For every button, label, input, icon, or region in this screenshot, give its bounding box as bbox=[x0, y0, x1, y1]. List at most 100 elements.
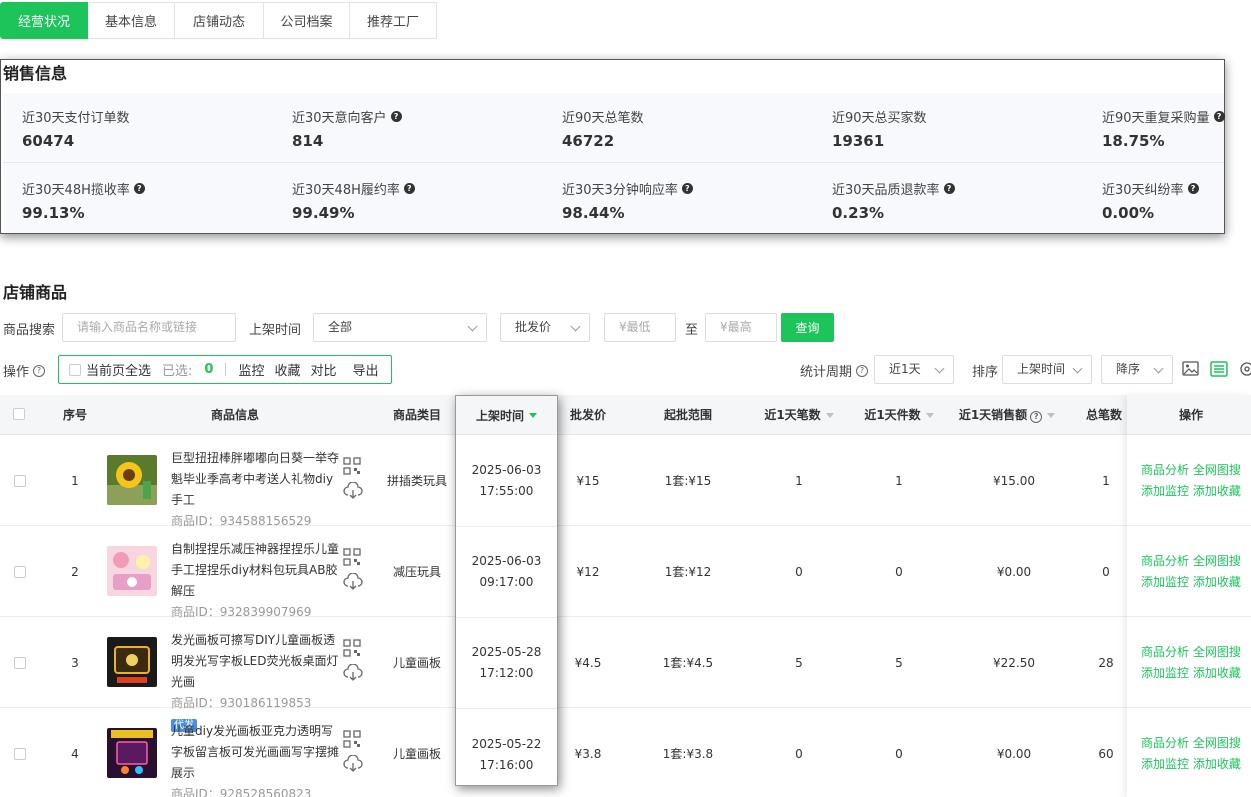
help-icon[interactable]: ? bbox=[1187, 183, 1199, 194]
add-monitor-link[interactable]: 添加监控 bbox=[1141, 666, 1189, 680]
chevron-down-icon bbox=[1072, 363, 1083, 374]
add-favorite-link[interactable]: 添加收藏 bbox=[1193, 575, 1241, 589]
image-search-link[interactable]: 全网图搜 bbox=[1193, 645, 1241, 659]
product-analysis-link[interactable]: 商品分析 bbox=[1141, 554, 1189, 568]
row-range: 1套:¥4.5 bbox=[662, 656, 714, 670]
row-no: 1 bbox=[71, 473, 79, 488]
cloud-download-icon bbox=[343, 572, 363, 590]
product-analysis-link[interactable]: 商品分析 bbox=[1141, 736, 1189, 750]
tab-recommended-factory[interactable]: 推荐工厂 bbox=[350, 2, 437, 39]
row-pieces-1d: 1 bbox=[895, 473, 903, 488]
row-icons bbox=[343, 548, 365, 594]
row-price: ¥4.5 bbox=[574, 655, 602, 670]
help-icon[interactable]: ? bbox=[856, 364, 869, 377]
product-thumbnail[interactable] bbox=[107, 728, 157, 778]
header-total-orders[interactable]: 总笔数 bbox=[1076, 395, 1128, 435]
shelf-time-select[interactable]: 全部 bbox=[313, 313, 487, 342]
qr-code-icon bbox=[343, 639, 361, 657]
shelf-time-label: 上架时间 bbox=[249, 323, 302, 338]
sort-caret-icon bbox=[825, 413, 834, 418]
row-checkbox[interactable] bbox=[12, 526, 28, 617]
row-total-orders: 28 bbox=[1098, 655, 1114, 670]
help-icon[interactable]: ? bbox=[943, 183, 955, 194]
product-thumbnail[interactable] bbox=[107, 637, 157, 687]
product-analysis-link[interactable]: 商品分析 bbox=[1141, 645, 1189, 659]
select-all-label[interactable]: 当前页全选 bbox=[86, 360, 151, 379]
export-button[interactable]: 导出 bbox=[353, 360, 379, 379]
price-type-select[interactable]: 批发价 bbox=[500, 313, 590, 342]
min-price-input[interactable]: ¥最低 bbox=[604, 313, 676, 342]
header-range: 起批范围 bbox=[663, 408, 712, 422]
search-input[interactable]: 请输入商品名称或链接 bbox=[62, 313, 236, 342]
table-row: 4 儿童diy发光画板亚克力透明写字板留言板可发光画画写字摆摊展示 商品ID：9… bbox=[0, 708, 1251, 797]
row-shelf-time: 2025-05-28 17:12:00 bbox=[456, 618, 557, 709]
metric-3min-response-rate: 近30天3分钟响应率? 98.44% bbox=[562, 179, 693, 222]
row-checkbox[interactable] bbox=[12, 617, 28, 708]
shelf-time-column: 上架时间 2025-06-03 17:55:00 2025-06-03 09:1… bbox=[455, 395, 558, 786]
add-favorite-link[interactable]: 添加收藏 bbox=[1193, 757, 1241, 771]
compare-button[interactable]: 对比 bbox=[310, 360, 336, 379]
header-checkbox[interactable] bbox=[12, 408, 26, 422]
metric-dispute-rate: 近30天纠纷率? 0.00% bbox=[1102, 179, 1199, 222]
help-icon[interactable]: ? bbox=[33, 364, 46, 377]
table-row: 2 自制捏捏乐减压神器捏捏乐儿童手工捏捏乐diy材料包玩具AB胶解压 商品ID：… bbox=[0, 526, 1251, 619]
product-name-link[interactable]: 儿童diy发光画板亚克力透明写字板留言板可发光画画写字摆摊展示 bbox=[171, 721, 339, 784]
product-name-link[interactable]: 自制捏捏乐减压神器捏捏乐儿童手工捏捏乐diy材料包玩具AB胶解压 bbox=[171, 539, 339, 602]
tab-bar: 经营状况 基本信息 店铺动态 公司档案 推荐工厂 bbox=[0, 2, 437, 39]
add-favorite-link[interactable]: 添加收藏 bbox=[1193, 666, 1241, 680]
period-select[interactable]: 近1天 bbox=[874, 355, 954, 384]
product-name-link[interactable]: 发光画板可擦写DIY儿童画板透明发光写字板LED荧光板桌面灯光画 bbox=[171, 630, 339, 693]
product-info: 自制捏捏乐减压神器捏捏乐儿童手工捏捏乐diy材料包玩具AB胶解压 商品ID：93… bbox=[171, 539, 339, 623]
monitor-button[interactable]: 监控 bbox=[238, 360, 264, 379]
help-icon[interactable]: ? bbox=[1213, 111, 1225, 122]
header-shelf-time[interactable]: 上架时间 bbox=[456, 396, 557, 435]
row-category: 儿童画板 bbox=[392, 747, 441, 761]
header-pieces-1d[interactable]: 近1天件数 bbox=[852, 395, 946, 435]
tab-store-news[interactable]: 店铺动态 bbox=[175, 2, 264, 39]
image-view-icon[interactable] bbox=[1182, 361, 1199, 379]
tab-basic-info[interactable]: 基本信息 bbox=[88, 2, 175, 39]
tab-business-status[interactable]: 经营状况 bbox=[0, 2, 88, 39]
product-thumbnail[interactable] bbox=[107, 546, 157, 596]
help-icon[interactable]: ? bbox=[403, 183, 415, 194]
help-icon[interactable]: ? bbox=[133, 183, 145, 194]
sales-info-card: 销售信息 近30天支付订单数 60474 近30天意向客户? 814 近90天总… bbox=[0, 59, 1225, 234]
sort-field-select[interactable]: 上架时间 bbox=[1002, 355, 1092, 384]
row-range: 1套:¥15 bbox=[664, 474, 712, 488]
settings-icon[interactable] bbox=[1239, 361, 1251, 380]
tab-company-profile[interactable]: 公司档案 bbox=[264, 2, 350, 39]
row-checkbox[interactable] bbox=[12, 708, 28, 797]
help-icon[interactable]: ? bbox=[390, 111, 402, 122]
query-button[interactable]: 查询 bbox=[781, 313, 834, 342]
store-products-title: 店铺商品 bbox=[3, 283, 68, 302]
product-name-link[interactable]: 巨型扭扭棒胖嘟嘟向日葵一举夺魁毕业季高考中考送人礼物diy手工 bbox=[171, 448, 339, 511]
row-actions: 商品分析 全网图搜 添加监控 添加收藏 bbox=[1141, 551, 1241, 593]
image-search-link[interactable]: 全网图搜 bbox=[1193, 736, 1241, 750]
select-all-checkbox[interactable] bbox=[69, 363, 81, 376]
sort-order-select[interactable]: 降序 bbox=[1101, 355, 1173, 384]
row-orders-1d: 5 bbox=[795, 655, 803, 670]
help-icon[interactable]: ? bbox=[681, 183, 693, 194]
product-thumbnail[interactable] bbox=[107, 455, 157, 505]
add-monitor-link[interactable]: 添加监控 bbox=[1141, 484, 1189, 498]
add-monitor-link[interactable]: 添加监控 bbox=[1141, 575, 1189, 589]
list-view-icon[interactable] bbox=[1210, 361, 1228, 380]
image-search-link[interactable]: 全网图搜 bbox=[1193, 463, 1241, 477]
add-favorite-link[interactable]: 添加收藏 bbox=[1193, 484, 1241, 498]
selected-count: 0 bbox=[204, 362, 214, 377]
row-sales-1d: ¥15.00 bbox=[993, 473, 1035, 488]
qr-code-icon bbox=[343, 457, 361, 475]
max-price-input[interactable]: ¥最高 bbox=[705, 313, 777, 342]
chevron-down-icon bbox=[467, 321, 478, 332]
row-shelf-time: 2025-05-22 17:16:00 bbox=[471, 736, 542, 772]
image-search-link[interactable]: 全网图搜 bbox=[1193, 554, 1241, 568]
header-orders-1d[interactable]: 近1天笔数 bbox=[752, 395, 846, 435]
header-sales-1d[interactable]: 近1天销售额? bbox=[952, 395, 1062, 435]
product-analysis-link[interactable]: 商品分析 bbox=[1141, 463, 1189, 477]
row-sales-1d: ¥0.00 bbox=[996, 746, 1032, 761]
favorite-button[interactable]: 收藏 bbox=[274, 360, 300, 379]
row-category: 儿童画板 bbox=[392, 656, 441, 670]
row-checkbox[interactable] bbox=[12, 435, 28, 526]
add-monitor-link[interactable]: 添加监控 bbox=[1141, 757, 1189, 771]
products-table: 序号 商品信息 商品类目 批发价 起批范围 近1天笔数 近1天件数 近1天销售额… bbox=[0, 395, 1251, 797]
